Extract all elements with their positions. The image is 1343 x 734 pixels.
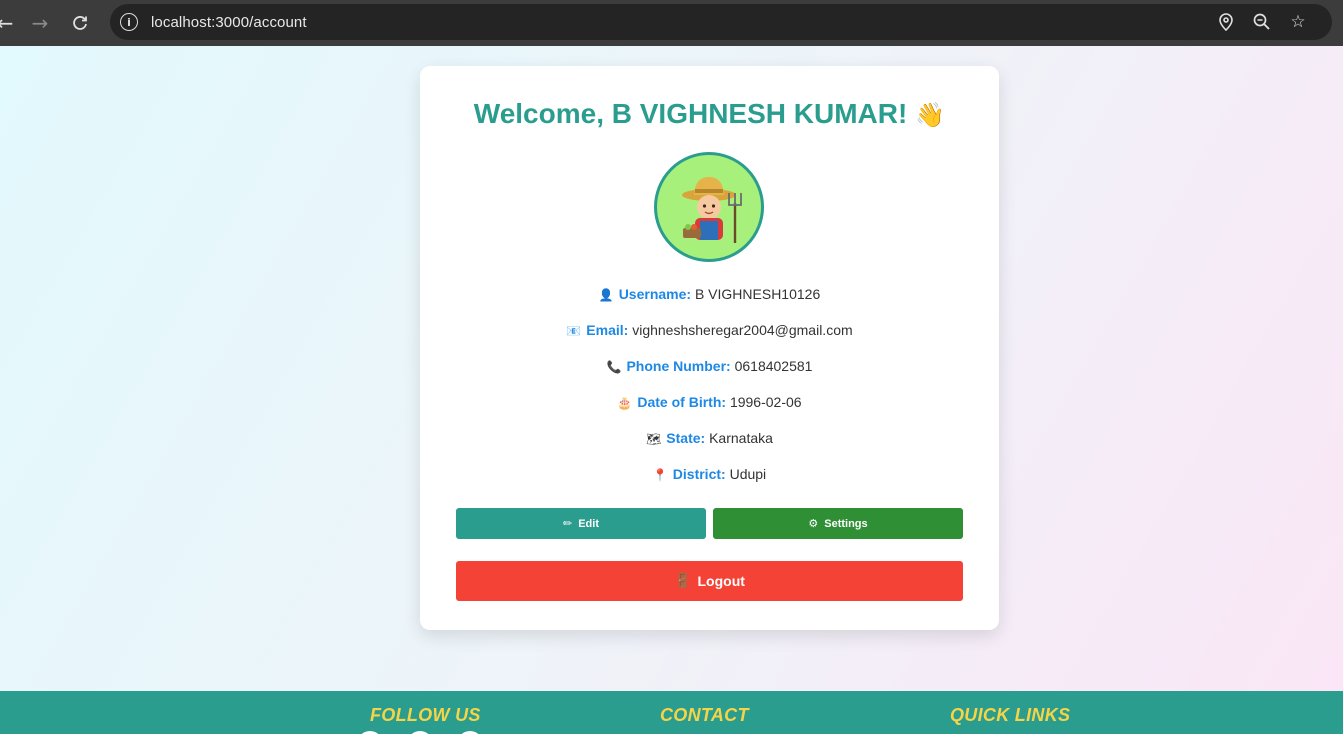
footer: FOLLOW US CONTACT QUICK LINKS	[0, 691, 1343, 734]
phone-icon: 📞	[606, 360, 622, 374]
farmer-avatar-icon	[682, 177, 742, 243]
username-row: 👤 Username: B VIGHNESH10126	[420, 286, 999, 302]
quick-links-heading: QUICK LINKS	[950, 705, 1071, 725]
birthday-cake-icon: 🎂	[617, 396, 633, 410]
zoom-icon[interactable]	[1252, 12, 1272, 32]
email-label: Email:	[586, 322, 629, 338]
bookmark-star-icon[interactable]: ☆	[1288, 12, 1308, 32]
dob-value: 1996-02-06	[729, 394, 802, 410]
back-arrow-icon[interactable]: ←	[0, 5, 16, 41]
reload-icon[interactable]	[62, 5, 98, 41]
follow-us-heading: FOLLOW US	[370, 705, 481, 725]
phone-label: Phone Number:	[626, 358, 731, 374]
state-value: Karnataka	[709, 430, 773, 446]
logout-button[interactable]: 🚪 Logout	[456, 561, 963, 601]
state-row: 🗺 State: Karnataka	[420, 430, 999, 446]
username-label: Username:	[618, 286, 692, 302]
edit-label: Edit	[578, 517, 599, 530]
forward-arrow-icon[interactable]: →	[22, 5, 58, 41]
district-label: District:	[672, 466, 726, 482]
logout-label: Logout	[697, 573, 745, 589]
district-row: 📍 District: Udupi	[420, 466, 999, 482]
gear-icon: ⚙	[808, 517, 819, 530]
phone-value: 0618402581	[734, 358, 813, 374]
edit-button[interactable]: ✏ Edit	[456, 508, 706, 539]
location-icon[interactable]	[1216, 12, 1236, 32]
state-label: State:	[666, 430, 706, 446]
username-value: B VIGHNESH10126	[694, 286, 821, 302]
welcome-text: Welcome, B VIGHNESH KUMAR!	[473, 98, 908, 129]
address-bar[interactable]: i localhost:3000/account ☆	[110, 4, 1332, 40]
district-value: Udupi	[729, 466, 767, 482]
dob-row: 🎂 Date of Birth: 1996-02-06	[420, 394, 999, 410]
email-icon: 📧	[566, 324, 582, 338]
contact-heading: CONTACT	[660, 705, 749, 725]
user-icon: 👤	[598, 288, 614, 302]
welcome-heading: Welcome, B VIGHNESH KUMAR! 👋	[420, 98, 999, 130]
email-value: vighneshsheregar2004@gmail.com	[632, 322, 853, 338]
email-row: 📧 Email: vighneshsheregar2004@gmail.com	[420, 322, 999, 338]
door-icon: 🚪	[674, 573, 692, 589]
url-text[interactable]: localhost:3000/account	[151, 14, 307, 31]
account-card: Welcome, B VIGHNESH KUMAR! 👋 👤 Username:…	[420, 66, 999, 630]
settings-button[interactable]: ⚙ Settings	[713, 508, 963, 539]
browser-toolbar: ← → i localhost:3000/account ☆	[0, 0, 1343, 46]
settings-label: Settings	[824, 517, 868, 530]
site-info-icon[interactable]: i	[120, 13, 138, 31]
pencil-icon: ✏	[563, 517, 573, 530]
waving-hand-icon: 👋	[915, 101, 946, 129]
phone-row: 📞 Phone Number: 0618402581	[420, 358, 999, 374]
avatar	[654, 152, 764, 262]
page-background: Welcome, B VIGHNESH KUMAR! 👋 👤 Username:…	[0, 46, 1343, 691]
pin-icon: 📍	[652, 468, 668, 482]
dob-label: Date of Birth:	[637, 394, 727, 410]
map-icon: 🗺	[646, 432, 662, 446]
